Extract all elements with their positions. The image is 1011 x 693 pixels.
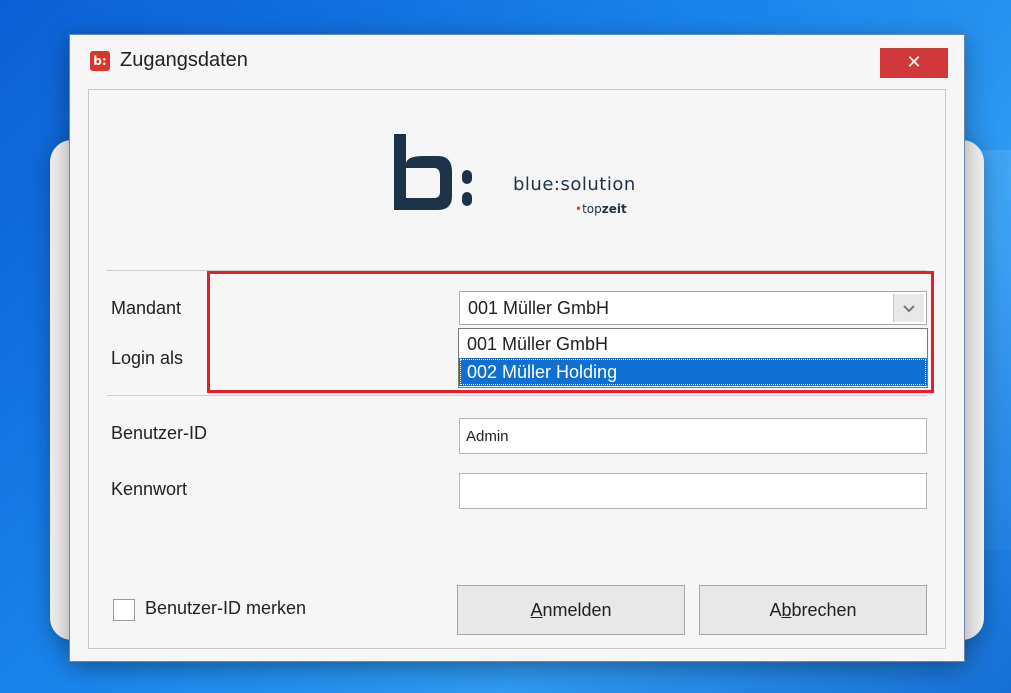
brand-sub-zeit: zeit xyxy=(601,202,627,216)
separator xyxy=(107,395,927,396)
cancel-button-label: brechen xyxy=(791,600,857,620)
password-field[interactable] xyxy=(459,473,927,509)
login-button[interactable]: Anmelden xyxy=(457,585,685,635)
brand-name: blue:solution xyxy=(513,174,636,195)
cancel-button-pre: A xyxy=(769,600,782,620)
login-button-label: nmelden xyxy=(542,600,612,620)
login-button-accesskey: A xyxy=(530,600,543,620)
password-label: Kennwort xyxy=(111,479,188,499)
cancel-button[interactable]: Abbrechen xyxy=(699,585,927,635)
userid-field[interactable]: Admin xyxy=(459,418,927,454)
mandant-label: Mandant xyxy=(111,298,182,318)
login-as-label: Login als xyxy=(111,348,184,368)
login-dialog: b: Zugangsdaten ✕ blue:solution •topzeit… xyxy=(69,34,965,662)
close-button[interactable]: ✕ xyxy=(880,48,948,78)
userid-label: Benutzer-ID xyxy=(111,423,208,443)
dialog-content: blue:solution •topzeit Mandant Login als… xyxy=(88,89,946,649)
title-bar[interactable]: b: Zugangsdaten ✕ xyxy=(70,35,964,89)
app-icon: b: xyxy=(90,51,110,71)
userid-value: Admin xyxy=(466,428,509,445)
remember-checkbox[interactable] xyxy=(113,599,135,621)
brand-subtitle: •topzeit xyxy=(575,202,627,216)
brand-logo-icon xyxy=(394,134,472,210)
highlight-box xyxy=(207,271,934,393)
remember-label[interactable]: Benutzer-ID merken xyxy=(145,598,306,619)
cancel-button-accesskey: b xyxy=(781,600,792,620)
window-title: Zugangsdaten xyxy=(120,49,248,71)
brand-sub-top: top xyxy=(582,202,602,216)
